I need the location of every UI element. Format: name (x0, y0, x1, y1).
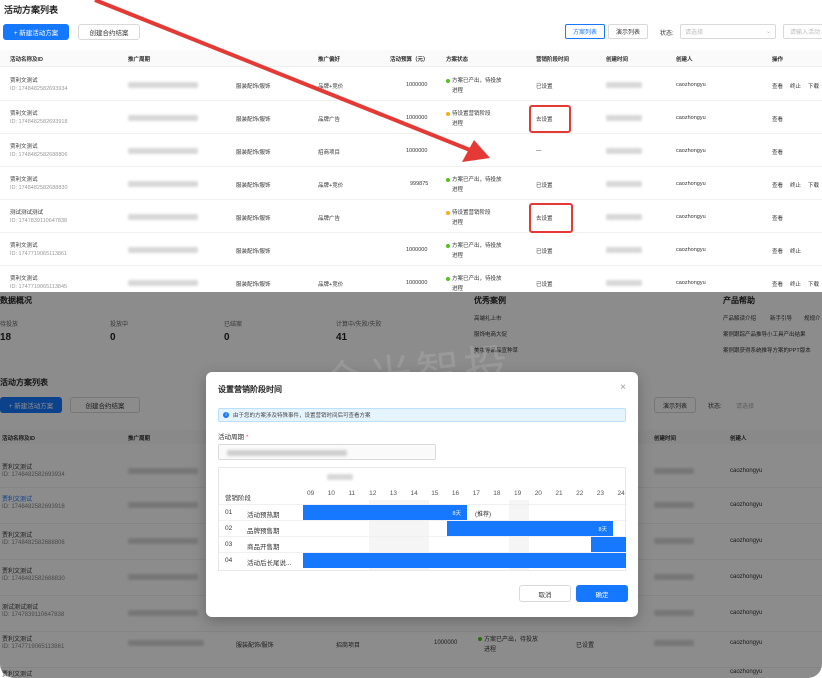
blurred-month (327, 474, 353, 480)
info-banner: i 由于您的方案涉及特殊事件，设置营销时间后可查看方案 (218, 408, 626, 422)
day-label: 09 (307, 490, 315, 497)
confirm-button[interactable]: 确定 (576, 585, 628, 602)
top-panel: 活动方案列表 + 新建活动方案 创建合约结案 方案列表 演示列表 状态: 请选择… (0, 0, 822, 292)
modal-title: 设置营销阶段时间 (218, 385, 282, 394)
info-text: 由于您的方案涉及特殊事件，设置营销时间后可查看方案 (233, 413, 371, 419)
stage-bar-label: 8天 (598, 527, 607, 533)
day-label: 13 (389, 490, 398, 497)
day-label: 24 (617, 490, 625, 497)
day-label: 11 (348, 490, 356, 497)
stage-bar[interactable]: 8天 (447, 521, 613, 536)
day-label: 20 (534, 490, 542, 497)
stage-bar[interactable] (303, 553, 626, 568)
day-label: 12 (369, 490, 377, 497)
day-label: 10 (327, 490, 335, 497)
stage-row: 04 活动后长尾说... (219, 552, 627, 568)
stage-bar[interactable]: 8天 (303, 505, 467, 520)
stage-no: 01 (225, 509, 233, 516)
stage-name: 品牌预售期 (247, 528, 280, 535)
info-icon: i (223, 412, 229, 418)
stage-name: 活动后长尾说... (247, 560, 292, 567)
day-label: 23 (596, 490, 605, 497)
stage-name: 商品开售期 (247, 544, 280, 551)
stage-row: 02 品牌预售期 8天 (219, 520, 627, 536)
close-icon[interactable]: × (620, 382, 626, 393)
day-label: 17 (472, 490, 480, 497)
stage-name: 活动预热期 (247, 512, 280, 519)
day-label: 16 (451, 490, 460, 497)
stage-row: 01 活动预热期 8天 (推荐) (219, 504, 627, 520)
day-label: 21 (555, 490, 563, 497)
set-stage-time-modal: 设置营销阶段时间 × i 由于您的方案涉及特殊事件，设置营销时间后可查看方案 活… (206, 372, 638, 617)
stage-header: 营销阶段 (225, 495, 251, 502)
period-label: 活动周期 * (218, 434, 249, 441)
required-mark: * (245, 434, 249, 441)
day-label: 15 (431, 490, 439, 497)
day-label: 22 (576, 490, 584, 497)
stage-bar[interactable] (591, 537, 626, 552)
cancel-button[interactable]: 取消 (519, 585, 571, 602)
day-label: 19 (514, 490, 522, 497)
day-label: 14 (410, 490, 418, 497)
period-input[interactable] (218, 444, 436, 460)
stage-gantt: 营销阶段 09 10 11 12 13 14 15 16 17 18 19 20 21 22 23 24 01… (218, 467, 627, 571)
stage-bar-label: 8天 (452, 511, 461, 517)
red-arrow-annotation (94, 0, 490, 162)
stage-no: 04 (225, 557, 233, 564)
stage-no: 02 (225, 525, 233, 532)
recommend-tag: (推荐) (475, 512, 491, 518)
stage-no: 03 (225, 541, 233, 548)
blurred-period-value (227, 450, 347, 456)
day-label: 18 (493, 490, 501, 497)
stage-row: 03 商品开售期 (219, 536, 627, 552)
